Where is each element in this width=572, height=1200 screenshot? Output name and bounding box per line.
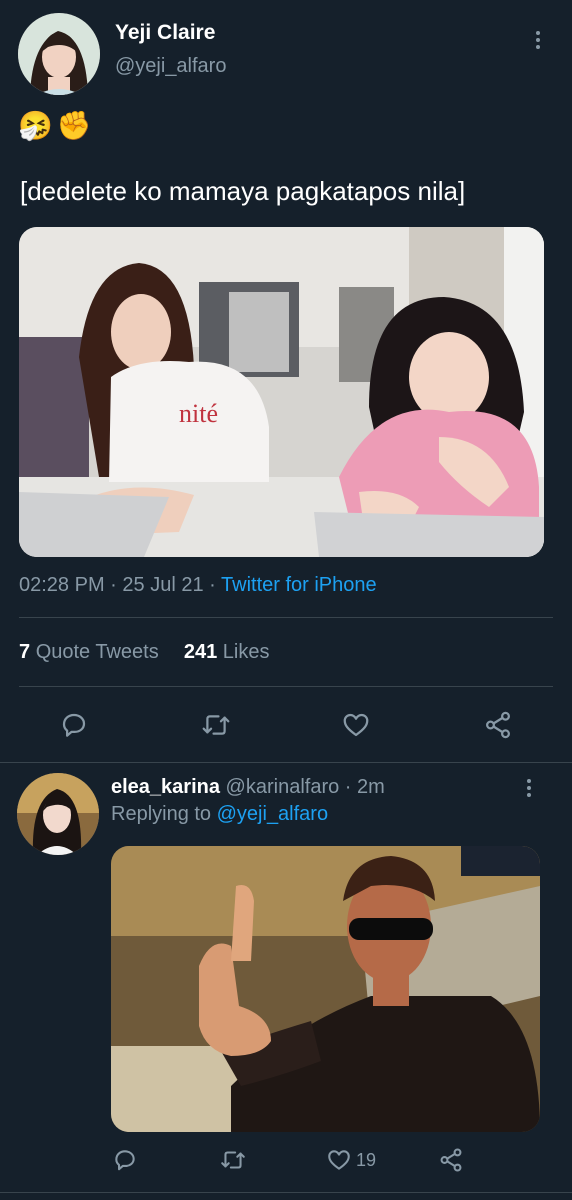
divider bbox=[19, 686, 553, 687]
separator-dot: · bbox=[110, 574, 117, 596]
author-name[interactable]: Yeji Claire bbox=[115, 21, 215, 45]
retweet-icon[interactable] bbox=[198, 707, 234, 743]
quote-count: 7 bbox=[19, 641, 31, 663]
share-icon[interactable] bbox=[480, 707, 516, 743]
more-icon[interactable] bbox=[535, 31, 541, 49]
svg-text:nité: nité bbox=[179, 399, 218, 428]
likes-link[interactable]: 241 Likes bbox=[184, 641, 270, 663]
reply-like-count: 19 bbox=[356, 1149, 377, 1170]
author-avatar[interactable] bbox=[18, 13, 100, 95]
reply-age: 2m bbox=[357, 776, 385, 798]
tweet-source-link[interactable]: Twitter for iPhone bbox=[221, 574, 377, 596]
like-count: 241 bbox=[183, 641, 218, 663]
share-icon[interactable] bbox=[435, 1144, 467, 1176]
reply-icon[interactable] bbox=[56, 707, 92, 743]
tweet-timestamp: 02:28 PM · 25 Jul 21 · Twitter for iPhon… bbox=[19, 574, 377, 597]
separator-dot: · bbox=[209, 574, 216, 596]
section-divider bbox=[0, 762, 572, 763]
quote-label: Quote Tweets bbox=[35, 641, 159, 663]
reply-header: elea_karina @karinalfaro · 2m bbox=[111, 776, 385, 799]
like-label: Likes bbox=[222, 641, 270, 663]
tweet-date: 25 Jul 21 bbox=[122, 574, 204, 596]
author-handle[interactable]: @yeji_alfaro bbox=[115, 55, 226, 78]
tweet-text: [dedelete ko mamaya pagkatapos nila] bbox=[20, 176, 466, 206]
tweet-photo[interactable]: nité bbox=[19, 227, 544, 557]
reply-like[interactable]: 19 bbox=[326, 1144, 376, 1176]
replying-prefix: Replying to bbox=[111, 803, 212, 825]
section-divider bbox=[0, 1192, 572, 1193]
reply-photo[interactable] bbox=[111, 846, 540, 1132]
replying-to: Replying to @yeji_alfaro bbox=[111, 803, 328, 826]
reply-author-name[interactable]: elea_karina bbox=[111, 776, 220, 798]
reply-icon[interactable] bbox=[109, 1144, 141, 1176]
tweet-time: 02:28 PM bbox=[19, 574, 105, 596]
tweet-emojis: 🤧✊ bbox=[18, 110, 96, 141]
like-icon[interactable] bbox=[338, 707, 374, 743]
like-icon[interactable] bbox=[326, 1147, 352, 1173]
separator-dot: · bbox=[344, 776, 352, 798]
reply-author-avatar[interactable] bbox=[17, 773, 99, 855]
replying-to-handle[interactable]: @yeji_alfaro bbox=[217, 803, 328, 825]
tweet-stats: 7 Quote Tweets 241 Likes bbox=[19, 641, 270, 664]
retweet-icon[interactable] bbox=[217, 1144, 249, 1176]
quote-tweets-link[interactable]: 7 Quote Tweets bbox=[19, 641, 164, 663]
more-icon[interactable] bbox=[526, 779, 532, 797]
divider bbox=[19, 617, 553, 618]
reply-author-handle[interactable]: @karinalfaro bbox=[226, 776, 340, 798]
